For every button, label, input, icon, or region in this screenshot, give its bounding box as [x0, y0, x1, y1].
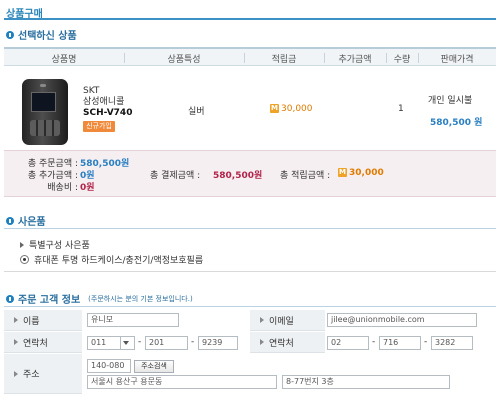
new-subscription-badge: 신규가입	[83, 121, 115, 132]
column-quantity: 수량	[393, 55, 411, 65]
orderer-heading: 주문 고객 정보 (주문하시는 분의 기본 정보입니다.)	[6, 291, 193, 306]
triangle-bullet-icon	[260, 317, 264, 323]
product-model-code[interactable]: SCH-V740	[83, 108, 132, 119]
selected-products-heading: 선택하신 상품	[6, 27, 77, 42]
triangle-bullet-icon	[14, 370, 18, 377]
address-line2-input[interactable]: 8-77번지 3층	[282, 375, 450, 389]
triangle-bullet-icon	[14, 339, 18, 345]
address-line1-input[interactable]: 서울시 용산구 용문동	[87, 375, 277, 389]
product-price: 580,500 원	[430, 118, 483, 128]
product-carrier: SKT	[83, 86, 100, 96]
gifts-title: 사은품	[18, 217, 46, 228]
chevron-down-icon	[120, 337, 131, 349]
info-bullet-icon	[6, 294, 14, 303]
phone1-label: 연락처	[4, 332, 82, 353]
gift-option-label: 휴대폰 투명 하드케이스/충전기/액정보호필름	[34, 256, 204, 266]
phone2-middle-input[interactable]: 716	[379, 336, 421, 350]
column-sale-price: 판매가격	[440, 55, 474, 65]
address-search-button[interactable]: 주소검색	[134, 360, 174, 373]
info-bullet-icon	[6, 216, 14, 225]
price-type: 개인 일시불	[428, 96, 473, 106]
email-label: 이메일	[250, 310, 325, 331]
column-extra-amount: 추가금액	[338, 55, 372, 65]
name-label: 이름	[4, 310, 82, 331]
product-quantity: 1	[398, 104, 404, 114]
total-payment-label: 총 결제금액 :	[150, 171, 201, 181]
orderer-title: 주문 고객 정보	[18, 295, 81, 306]
product-feature: 실버	[188, 107, 205, 117]
phone1-last-input[interactable]: 9239	[198, 336, 238, 350]
triangle-bullet-icon	[14, 317, 18, 323]
info-bullet-icon	[6, 30, 14, 39]
triangle-bullet-icon	[260, 339, 264, 345]
product-points: M 30,000	[270, 104, 313, 114]
phone2-last-input[interactable]: 3282	[431, 336, 473, 350]
gift-group-label: 특별구성 사은품	[29, 241, 90, 251]
address-label: 주소	[4, 354, 82, 394]
gift-option-radio[interactable]	[20, 255, 29, 264]
total-points: M 30,000	[338, 168, 384, 178]
email-input[interactable]: jilee@unionmobile.com	[327, 313, 477, 327]
title-divider	[4, 18, 496, 20]
column-product-feature: 상품특성	[167, 55, 201, 65]
orderer-note: (주문하시는 분의 기본 정보입니다.)	[88, 294, 193, 303]
triangle-bullet-icon	[20, 241, 24, 248]
total-points-label: 총 적립금액 :	[280, 171, 331, 181]
total-points-value: 30,000	[349, 168, 384, 178]
product-points-value: 30,000	[281, 104, 313, 114]
phone1-prefix-select[interactable]: 011	[87, 336, 135, 350]
gift-group: 특별구성 사은품	[20, 238, 90, 251]
mileage-icon: M	[338, 168, 347, 177]
phone1-middle-input[interactable]: 201	[145, 336, 188, 350]
name-input[interactable]: 유니모	[87, 313, 179, 327]
phone2-label: 연락처	[250, 332, 325, 353]
zipcode-input[interactable]: 140-080	[87, 359, 131, 373]
shipping-value: 0원	[80, 183, 95, 193]
product-model-name: 삼성애니콜	[83, 97, 125, 107]
column-product-name: 상품명	[51, 55, 77, 65]
gift-option[interactable]: 휴대폰 투명 하드케이스/충전기/액정보호필름	[20, 253, 203, 266]
total-payment-value: 580,500원	[213, 171, 263, 181]
shipping-label: 배송비 :	[47, 183, 78, 193]
phone2-prefix-input[interactable]: 02	[327, 336, 369, 350]
mileage-icon: M	[270, 104, 279, 113]
product-table-header: 상품명 상품특성 적립금 추가금액 수량 판매가격	[4, 47, 496, 66]
selected-products-title: 선택하신 상품	[18, 31, 77, 42]
column-points: 적립금	[271, 55, 297, 65]
gifts-heading: 사은품	[6, 213, 46, 228]
